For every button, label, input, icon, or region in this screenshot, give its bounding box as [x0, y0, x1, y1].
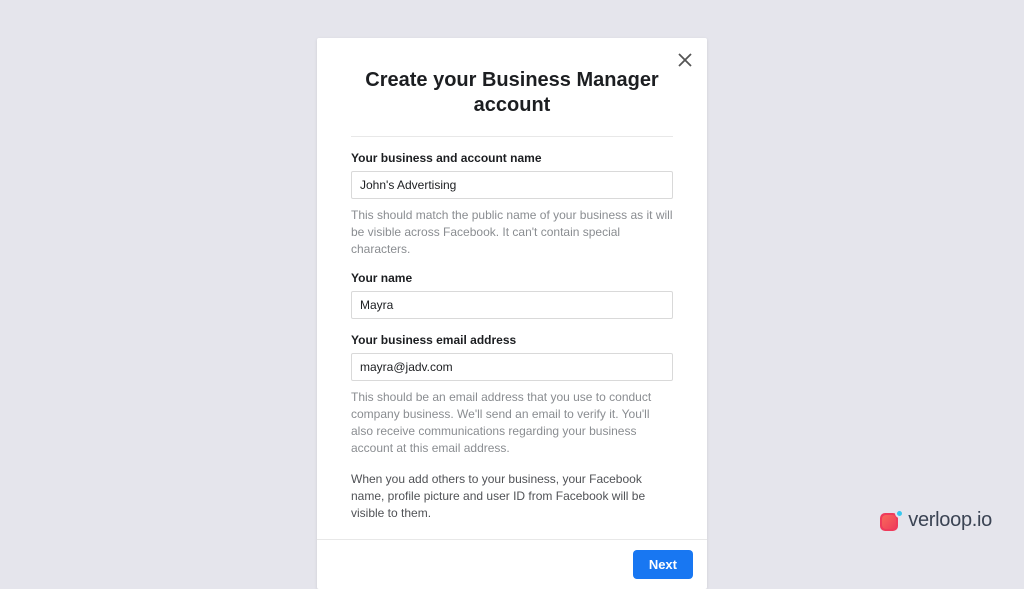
business-name-label: Your business and account name — [351, 151, 673, 165]
close-button[interactable] — [675, 50, 695, 70]
business-email-label: Your business email address — [351, 333, 673, 347]
modal-body: Create your Business Manager account You… — [317, 38, 707, 539]
verloop-logo-icon — [880, 510, 902, 532]
business-email-input[interactable] — [351, 353, 673, 381]
business-name-help: This should match the public name of you… — [351, 207, 673, 257]
next-button[interactable]: Next — [633, 550, 693, 579]
business-name-input[interactable] — [351, 171, 673, 199]
business-name-field-group: Your business and account name This shou… — [351, 151, 673, 257]
close-icon — [678, 53, 692, 67]
create-business-modal: Create your Business Manager account You… — [317, 38, 707, 589]
your-name-label: Your name — [351, 271, 673, 285]
business-email-help: This should be an email address that you… — [351, 389, 673, 456]
brand-watermark: verloop.io — [880, 509, 992, 532]
disclosure-text: When you add others to your business, yo… — [351, 471, 673, 523]
divider — [351, 136, 673, 137]
your-name-input[interactable] — [351, 291, 673, 319]
business-email-field-group: Your business email address This should … — [351, 333, 673, 456]
your-name-field-group: Your name — [351, 271, 673, 319]
modal-footer: Next — [317, 539, 707, 589]
modal-title: Create your Business Manager account — [351, 68, 673, 118]
brand-name: verloop.io — [908, 509, 992, 532]
